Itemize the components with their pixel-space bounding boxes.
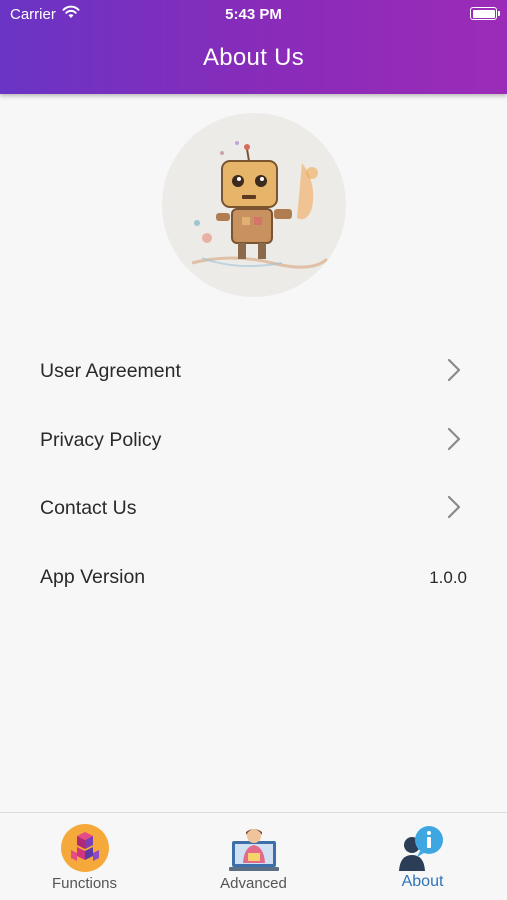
battery-icon — [470, 7, 500, 20]
settings-menu: User Agreement Privacy Policy Contact Us… — [0, 336, 507, 610]
tab-functions[interactable]: Functions — [0, 813, 169, 900]
robot-avatar-image — [162, 113, 346, 297]
tab-bar: Functions Advanced About — [0, 812, 507, 900]
app-header: Carrier 5:43 PM About Us — [0, 0, 507, 94]
page-title: About Us — [202, 44, 305, 71]
advanced-laptop-icon — [229, 823, 279, 873]
app-version-value: 1.0.0 — [429, 567, 467, 587]
tab-advanced-label: Advanced — [220, 875, 287, 892]
status-bar: Carrier 5:43 PM — [0, 0, 507, 28]
app-version-row: App Version 1.0.0 — [0, 542, 507, 611]
tab-about[interactable]: About — [338, 813, 507, 900]
chevron-right-icon — [447, 358, 461, 387]
user-agreement-row[interactable]: User Agreement — [0, 336, 507, 405]
functions-cubes-icon — [60, 823, 110, 873]
contact-us-row[interactable]: Contact Us — [0, 473, 507, 542]
privacy-policy-row[interactable]: Privacy Policy — [0, 405, 507, 474]
about-user-info-icon — [398, 823, 448, 873]
tab-functions-label: Functions — [51, 875, 118, 892]
privacy-policy-label: Privacy Policy — [40, 428, 162, 451]
tab-advanced[interactable]: Advanced — [169, 813, 338, 900]
status-time: 5:43 PM — [225, 6, 282, 23]
tab-about-label: About — [401, 873, 444, 890]
contact-us-label: Contact Us — [40, 497, 137, 519]
app-version-label: App Version — [40, 565, 146, 588]
chevron-right-icon — [447, 427, 461, 456]
user-agreement-label: User Agreement — [40, 360, 181, 382]
chevron-right-icon — [447, 495, 461, 524]
